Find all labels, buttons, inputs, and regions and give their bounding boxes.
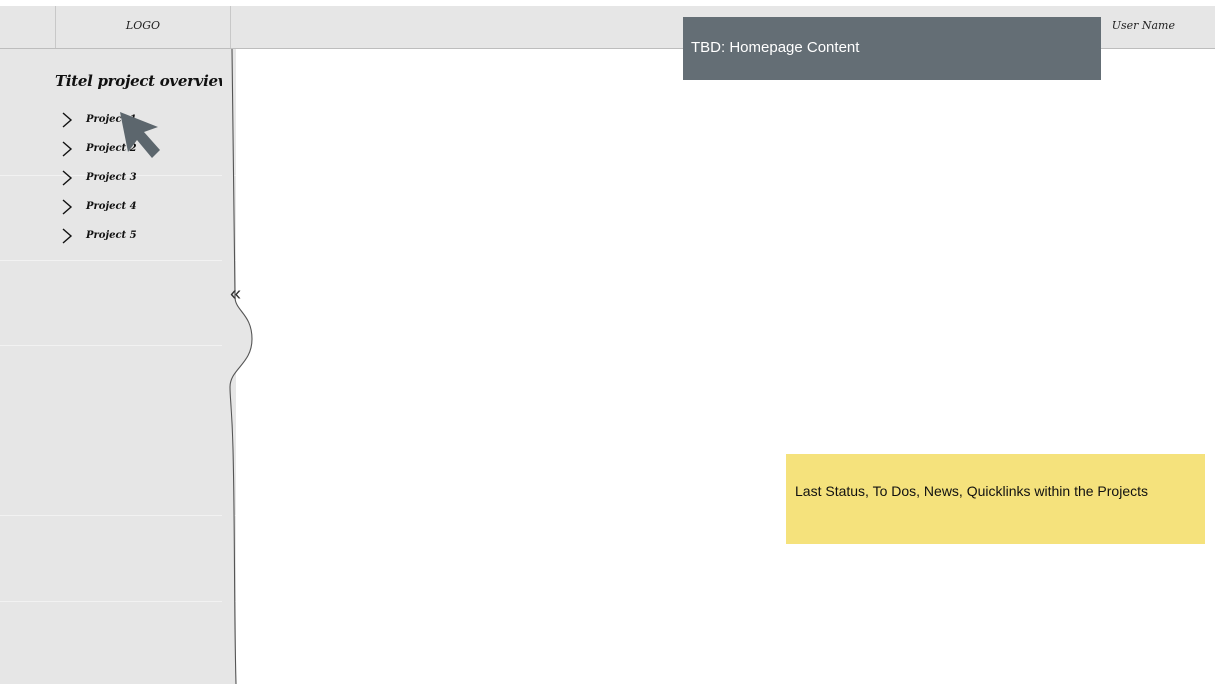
- sidebar-title: Titel project overview: [55, 72, 231, 90]
- logo: LOGO: [125, 19, 161, 32]
- chevron-right-icon: [62, 198, 73, 215]
- collapse-sidebar-button[interactable]: «: [230, 284, 241, 304]
- divider: [0, 345, 236, 346]
- sidebar-item-project-5[interactable]: Project 5: [60, 221, 137, 250]
- chevron-right-icon: [62, 227, 73, 244]
- logo-cell[interactable]: LOGO: [55, 6, 231, 48]
- chevron-right-icon: [62, 140, 73, 157]
- chevron-right-icon: [62, 111, 73, 128]
- sidebar-item-label: Project 5: [86, 230, 137, 241]
- divider: [0, 515, 236, 516]
- cursor-arrow-icon: [120, 112, 160, 158]
- tbd-label: TBD: Homepage Content: [691, 39, 860, 56]
- sidebar-item-label: Project 3: [86, 172, 137, 183]
- sidebar-item-project-4[interactable]: Project 4: [60, 192, 137, 221]
- divider: [0, 601, 236, 602]
- sidebar-item-label: Project 4: [86, 201, 137, 212]
- sticky-note: Last Status, To Dos, News, Quicklinks wi…: [786, 454, 1205, 544]
- user-name[interactable]: User Name: [1112, 19, 1175, 32]
- sidebar-item-project-3[interactable]: Project 3: [60, 163, 137, 192]
- chevron-right-icon: [62, 169, 73, 186]
- tbd-homepage-content-box: TBD: Homepage Content: [683, 17, 1101, 80]
- sticky-note-text: Last Status, To Dos, News, Quicklinks wi…: [795, 483, 1148, 499]
- divider: [0, 260, 236, 261]
